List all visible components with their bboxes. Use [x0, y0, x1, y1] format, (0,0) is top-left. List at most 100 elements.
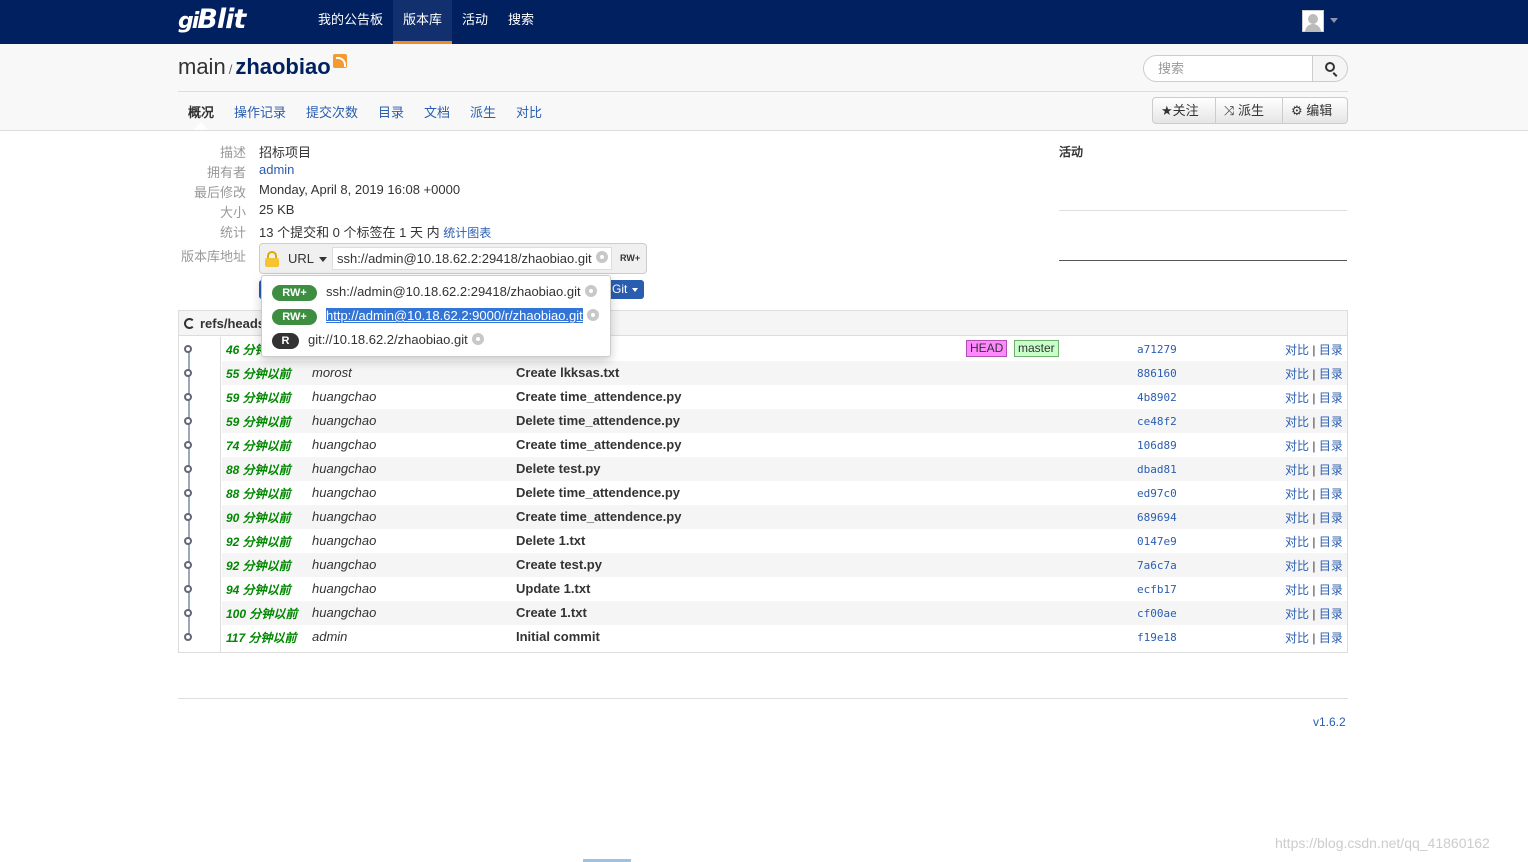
- compare-link[interactable]: 对比: [1285, 487, 1309, 501]
- commit-message[interactable]: Delete 1.txt: [516, 533, 585, 548]
- search-button[interactable]: [1312, 55, 1348, 82]
- table-row[interactable]: 92 分钟以前 huangchao Create test.py 7a6c7a 对比 |…: [222, 553, 1347, 577]
- commit-message[interactable]: Delete time_attendence.py: [516, 485, 680, 500]
- edit-button[interactable]: ⚙ 编辑: [1282, 97, 1348, 124]
- refresh-icon[interactable]: [184, 318, 195, 329]
- compare-link[interactable]: 对比: [1285, 439, 1309, 453]
- commit-author[interactable]: huangchao: [312, 413, 376, 428]
- nav-repositories[interactable]: 版本库: [393, 0, 453, 44]
- commit-message[interactable]: Delete time_attendence.py: [516, 413, 680, 428]
- nav-search[interactable]: 搜索: [508, 0, 534, 44]
- commit-message[interactable]: Create time_attendence.py: [516, 389, 681, 404]
- user-avatar[interactable]: [1302, 10, 1324, 32]
- copy-icon[interactable]: [585, 285, 597, 297]
- compare-link[interactable]: 对比: [1285, 511, 1309, 525]
- commit-hash[interactable]: 689694: [1137, 511, 1177, 524]
- compare-link[interactable]: 对比: [1285, 415, 1309, 429]
- tree-link[interactable]: 目录: [1319, 607, 1343, 621]
- table-row[interactable]: 88 分钟以前 huangchao Delete time_attendence.p…: [222, 481, 1347, 505]
- copy-icon[interactable]: [472, 333, 484, 345]
- tab-reflog[interactable]: 操作记录: [234, 102, 286, 121]
- ref-badge-head[interactable]: HEAD: [966, 340, 1008, 357]
- commit-hash[interactable]: ce48f2: [1137, 415, 1177, 428]
- commit-message[interactable]: Create test.py: [516, 557, 602, 572]
- copy-icon[interactable]: [587, 309, 599, 321]
- compare-link[interactable]: 对比: [1285, 559, 1309, 573]
- commit-author[interactable]: huangchao: [312, 389, 376, 404]
- commit-author[interactable]: huangchao: [312, 485, 376, 500]
- commit-author[interactable]: huangchao: [312, 557, 376, 572]
- commit-message[interactable]: Create time_attendence.py: [516, 437, 681, 452]
- commit-message[interactable]: Update 1.txt: [516, 581, 590, 596]
- compare-link[interactable]: 对比: [1285, 463, 1309, 477]
- tab-compare[interactable]: 对比: [516, 102, 542, 121]
- table-row[interactable]: 59 分钟以前 huangchao Create time_attendence.p…: [222, 385, 1347, 409]
- table-row[interactable]: 90 分钟以前 huangchao Create time_attendence.p…: [222, 505, 1347, 529]
- table-row[interactable]: 88 分钟以前 huangchao Delete test.py dbad81 对比 |…: [222, 457, 1347, 481]
- repo-url-field[interactable]: ssh://admin@10.18.62.2:29418/zhaobiao.gi…: [332, 247, 612, 270]
- tab-forks[interactable]: 派生: [470, 102, 496, 121]
- ref-badge-master[interactable]: master: [1014, 340, 1059, 357]
- tree-link[interactable]: 目录: [1319, 343, 1343, 357]
- tab-commits[interactable]: 提交次数: [306, 102, 358, 121]
- tree-link[interactable]: 目录: [1319, 415, 1343, 429]
- commit-author[interactable]: huangchao: [312, 581, 376, 596]
- watch-button[interactable]: ★关注: [1152, 97, 1216, 124]
- url-option-http[interactable]: http://admin@10.18.62.2:9000/r/zhaobiao.…: [326, 308, 583, 323]
- table-row[interactable]: 117 分钟以前 admin Initial commit f19e18 对比 | 目录: [222, 625, 1347, 649]
- compare-link[interactable]: 对比: [1285, 631, 1309, 645]
- tree-link[interactable]: 目录: [1319, 391, 1343, 405]
- copy-icon[interactable]: [596, 251, 608, 263]
- table-row[interactable]: 100 分钟以前 huangchao Create 1.txt cf00ae 对比 | …: [222, 601, 1347, 625]
- table-row[interactable]: 59 分钟以前 huangchao Delete time_attendence.p…: [222, 409, 1347, 433]
- commit-hash[interactable]: ecfb17: [1137, 583, 1177, 596]
- commit-hash[interactable]: ed97c0: [1137, 487, 1177, 500]
- table-row[interactable]: 74 分钟以前 huangchao Create time_attendence.p…: [222, 433, 1347, 457]
- commit-author[interactable]: huangchao: [312, 509, 376, 524]
- commit-message[interactable]: Delete test.py: [516, 461, 601, 476]
- commit-message[interactable]: Create 1.txt: [516, 605, 587, 620]
- url-protocol-dropdown[interactable]: URL: [288, 251, 314, 266]
- chevron-down-icon[interactable]: [319, 257, 327, 262]
- commit-hash[interactable]: 886160: [1137, 367, 1177, 380]
- commit-hash[interactable]: 106d89: [1137, 439, 1177, 452]
- compare-link[interactable]: 对比: [1285, 367, 1309, 381]
- repo-name-link[interactable]: zhaobiao: [235, 54, 330, 79]
- rss-icon[interactable]: [332, 54, 347, 68]
- commit-author[interactable]: huangchao: [312, 533, 376, 548]
- tree-link[interactable]: 目录: [1319, 367, 1343, 381]
- compare-link[interactable]: 对比: [1285, 391, 1309, 405]
- nav-dashboard[interactable]: 我的公告板: [318, 0, 383, 44]
- commit-message[interactable]: Initial commit: [516, 629, 600, 644]
- tab-docs[interactable]: 文档: [424, 102, 450, 121]
- chevron-down-icon[interactable]: [1330, 18, 1338, 23]
- owner-link[interactable]: admin: [259, 162, 294, 177]
- tree-link[interactable]: 目录: [1319, 631, 1343, 645]
- git-clone-button[interactable]: Git: [609, 280, 644, 299]
- stats-chart-link[interactable]: 统计图表: [443, 226, 491, 240]
- commit-hash[interactable]: 7a6c7a: [1137, 559, 1177, 572]
- tree-link[interactable]: 目录: [1319, 559, 1343, 573]
- repo-search-input[interactable]: 搜索: [1143, 55, 1313, 82]
- compare-link[interactable]: 对比: [1285, 343, 1309, 357]
- version-link[interactable]: v1.6.2: [1313, 715, 1346, 729]
- table-row[interactable]: 92 分钟以前 huangchao Delete 1.txt 0147e9 对比 | 目…: [222, 529, 1347, 553]
- compare-link[interactable]: 对比: [1285, 607, 1309, 621]
- commit-message[interactable]: Create time_attendence.py: [516, 509, 681, 524]
- table-row[interactable]: 55 分钟以前 morost Create lkksas.txt 886160 对比 |…: [222, 361, 1347, 385]
- table-row[interactable]: 94 分钟以前 huangchao Update 1.txt ecfb17 对比 | 目…: [222, 577, 1347, 601]
- tree-link[interactable]: 目录: [1319, 463, 1343, 477]
- compare-link[interactable]: 对比: [1285, 583, 1309, 597]
- commit-hash[interactable]: f19e18: [1137, 631, 1177, 644]
- commit-author[interactable]: admin: [312, 629, 347, 644]
- commit-hash[interactable]: 4b8902: [1137, 391, 1177, 404]
- tree-link[interactable]: 目录: [1319, 439, 1343, 453]
- tab-summary[interactable]: 概况: [188, 102, 214, 121]
- commit-author[interactable]: huangchao: [312, 605, 376, 620]
- commit-message[interactable]: Create lkksas.txt: [516, 365, 619, 380]
- fork-button[interactable]: ⤨ 派生: [1215, 97, 1283, 124]
- commit-author[interactable]: morost: [312, 365, 352, 380]
- url-option-git[interactable]: git://10.18.62.2/zhaobiao.git: [308, 332, 468, 347]
- commit-hash[interactable]: dbad81: [1137, 463, 1177, 476]
- tree-link[interactable]: 目录: [1319, 511, 1343, 525]
